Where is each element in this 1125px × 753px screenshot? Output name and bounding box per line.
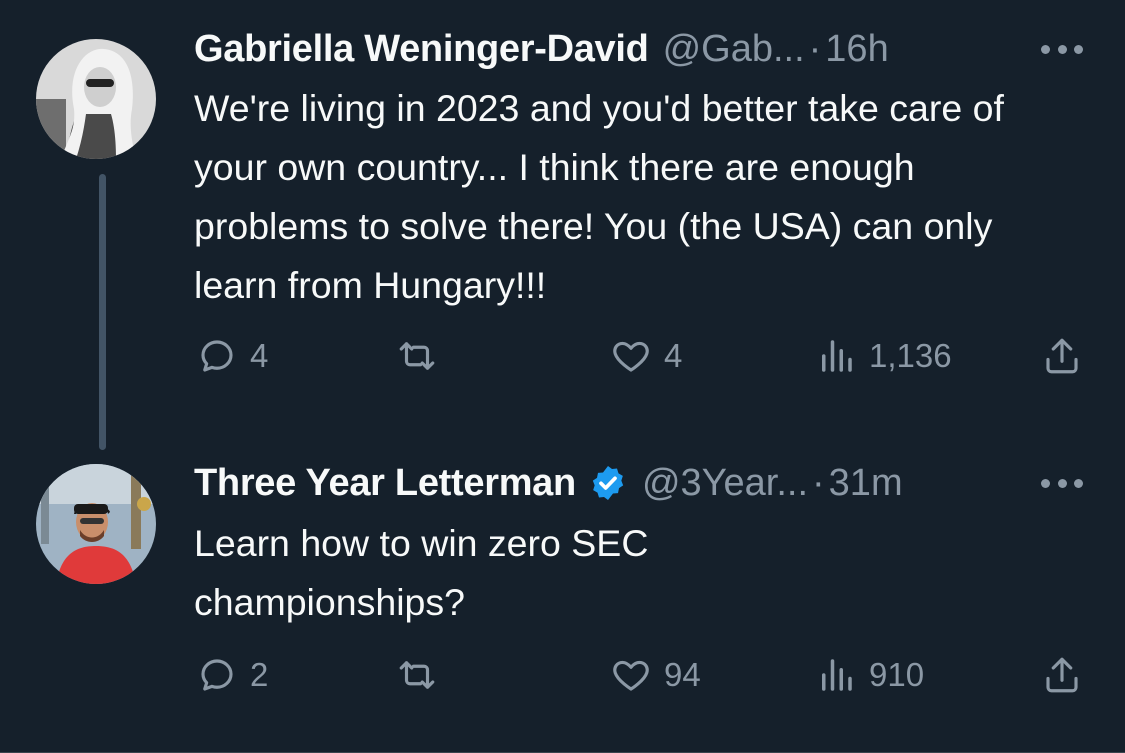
- retweet-button[interactable]: [396, 654, 450, 696]
- like-count: 4: [664, 337, 683, 374]
- share-icon: [1046, 657, 1078, 693]
- share-button[interactable]: [1041, 654, 1083, 696]
- views-button[interactable]: 910: [815, 654, 924, 696]
- views-count: 1,136: [869, 337, 952, 374]
- avatar-image: [36, 39, 156, 159]
- share-button[interactable]: [1041, 335, 1083, 377]
- avatar-image: [36, 464, 156, 584]
- views-button[interactable]: 1,136: [815, 335, 952, 377]
- separator-dot: ·: [808, 27, 822, 70]
- like-count: 94: [664, 656, 701, 693]
- reply-button[interactable]: 4: [196, 335, 268, 377]
- tweet-text: Learn how to win zero SEC championships?: [194, 522, 649, 623]
- author-name[interactable]: Gabriella Weninger-David: [194, 28, 649, 71]
- timestamp[interactable]: 16h: [825, 28, 888, 71]
- author-handle[interactable]: @Gab...: [663, 28, 805, 71]
- avatar[interactable]: [36, 39, 156, 159]
- views-count: 910: [869, 656, 925, 693]
- views-icon: [822, 340, 852, 372]
- views-icon: [822, 659, 852, 691]
- like-icon: [613, 660, 649, 691]
- reply-icon: [201, 659, 233, 691]
- tweet-text: We're living in 2023 and you'd better ta…: [194, 87, 1004, 306]
- separator-dot: ·: [812, 461, 825, 504]
- reply-button[interactable]: 2: [196, 654, 268, 696]
- retweet-icon: [399, 661, 435, 689]
- like-button[interactable]: 4: [610, 335, 682, 377]
- verified-badge-icon: [592, 466, 624, 500]
- reply-icon: [201, 340, 233, 372]
- reply-count: 2: [250, 656, 269, 693]
- like-button[interactable]: 94: [610, 654, 701, 696]
- reply-count: 4: [250, 337, 269, 374]
- author-name[interactable]: Three Year Letterman: [194, 462, 576, 505]
- tweet-header: Three Year Letterman @3Year... · 31m: [194, 458, 903, 508]
- avatar[interactable]: [36, 464, 156, 584]
- tweet-actions: 4 4 1,136: [0, 335, 1125, 385]
- more-icon[interactable]: [1041, 41, 1083, 57]
- tweet-header: Gabriella Weninger-David @Gab... · 16h: [194, 24, 889, 74]
- author-handle[interactable]: @3Year...: [642, 462, 808, 505]
- retweet-button[interactable]: [396, 335, 450, 377]
- share-icon: [1046, 338, 1078, 374]
- thread-connector-line: [99, 174, 106, 450]
- timestamp[interactable]: 31m: [829, 462, 903, 505]
- more-icon[interactable]: [1041, 475, 1083, 491]
- tweet-actions: 2 94 910: [0, 654, 1125, 704]
- like-icon: [613, 341, 649, 372]
- retweet-icon: [399, 342, 435, 370]
